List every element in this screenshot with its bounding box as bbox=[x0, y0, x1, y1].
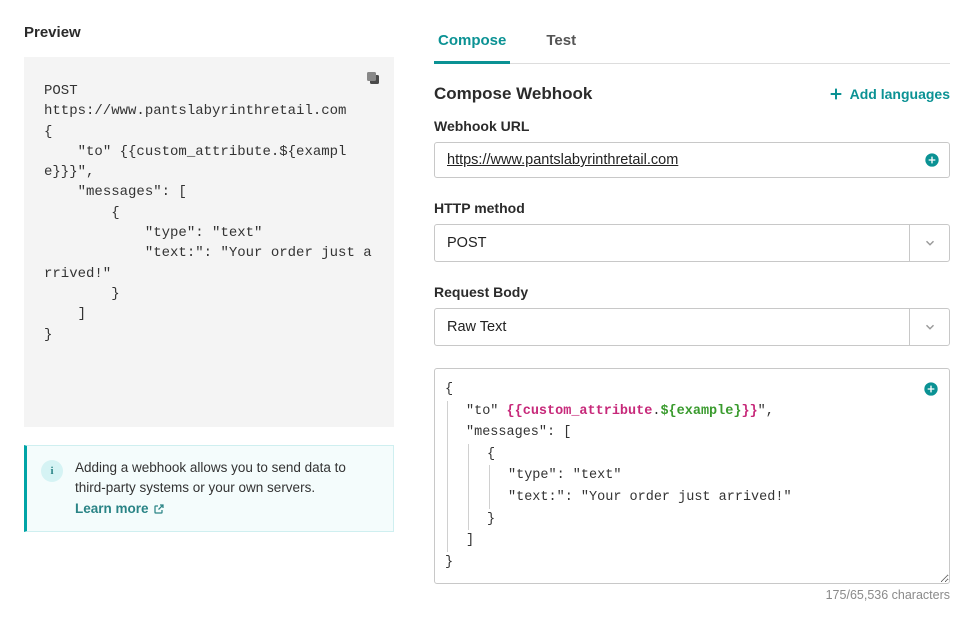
learn-more-link[interactable]: Learn more bbox=[75, 499, 165, 519]
http-method-select[interactable]: POST bbox=[434, 224, 950, 262]
preview-code: POST https://www.pantslabyrinthretail.co… bbox=[44, 81, 374, 345]
code-line: "text:": "Your order just arrived!" bbox=[508, 487, 935, 509]
character-count: 175/65,536 characters bbox=[434, 588, 950, 602]
info-banner: i Adding a webhook allows you to send da… bbox=[24, 445, 394, 532]
external-link-icon bbox=[153, 503, 165, 515]
tab-compose[interactable]: Compose bbox=[434, 24, 510, 64]
add-languages-button[interactable]: Add languages bbox=[828, 86, 950, 102]
http-method-value: POST bbox=[435, 225, 909, 261]
preview-panel: POST https://www.pantslabyrinthretail.co… bbox=[24, 57, 394, 427]
tab-test[interactable]: Test bbox=[542, 24, 580, 64]
code-line: } bbox=[445, 552, 935, 574]
copy-icon[interactable] bbox=[364, 69, 382, 90]
add-url-variable-icon[interactable] bbox=[924, 152, 940, 168]
code-line: { bbox=[445, 379, 935, 401]
code-line: "type": "text" bbox=[508, 465, 935, 487]
plus-icon bbox=[828, 86, 844, 102]
request-body-type-select[interactable]: Raw Text bbox=[434, 308, 950, 346]
chevron-down-icon[interactable] bbox=[909, 225, 949, 261]
compose-heading: Compose Webhook bbox=[434, 84, 592, 104]
info-icon: i bbox=[41, 460, 63, 482]
info-text: Adding a webhook allows you to send data… bbox=[75, 460, 346, 495]
request-body-type-value: Raw Text bbox=[435, 309, 909, 345]
code-line: "messages": [ bbox=[466, 422, 935, 444]
add-body-variable-icon[interactable] bbox=[923, 381, 939, 397]
request-body-editor[interactable]: { "to" {{custom_attribute.${example}}}",… bbox=[434, 368, 950, 584]
code-line: "to" {{custom_attribute.${example}}}", bbox=[466, 401, 935, 423]
request-body-label: Request Body bbox=[434, 284, 950, 300]
preview-title: Preview bbox=[24, 24, 394, 41]
chevron-down-icon[interactable] bbox=[909, 309, 949, 345]
code-line: } bbox=[487, 509, 935, 531]
http-method-label: HTTP method bbox=[434, 200, 950, 216]
tabs: Compose Test bbox=[434, 24, 950, 64]
code-line: ] bbox=[466, 530, 935, 552]
webhook-url-input[interactable]: https://www.pantslabyrinthretail.com bbox=[434, 142, 950, 178]
code-line: { bbox=[487, 444, 935, 466]
webhook-url-label: Webhook URL bbox=[434, 118, 950, 134]
